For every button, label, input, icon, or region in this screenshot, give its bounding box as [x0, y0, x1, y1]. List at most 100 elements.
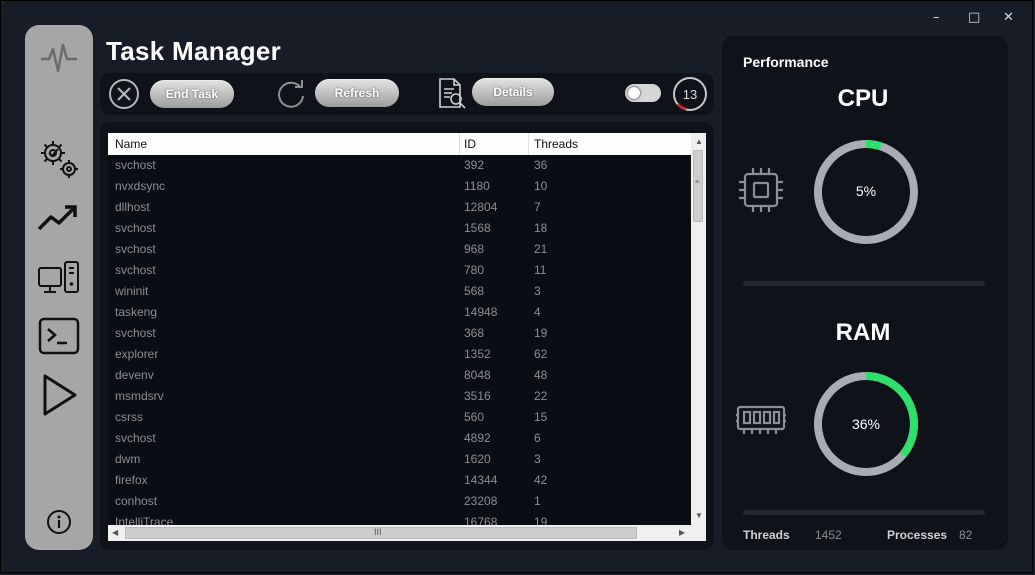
table-row[interactable]: explorer 1352 62 [108, 344, 691, 365]
computer-tower-icon[interactable] [25, 258, 93, 298]
ram-title: RAM [835, 319, 891, 346]
process-id: 8048 [464, 368, 491, 382]
process-name: firefox [115, 473, 148, 487]
column-header-name[interactable]: Name [115, 137, 147, 151]
process-name: svchost [115, 431, 156, 445]
toolbar: End Task Refresh Details 13 [100, 73, 714, 115]
end-task-icon[interactable] [108, 78, 140, 110]
maximize-button[interactable]: □ [968, 10, 980, 25]
process-name: msmdsrv [115, 389, 164, 403]
scrollbar-thumb[interactable]: ≡ [693, 150, 703, 222]
document-search-icon[interactable] [436, 77, 468, 111]
table-row[interactable]: IntelliTrace 16768 19 [108, 512, 691, 525]
scrollbar-thumb[interactable]: III [125, 527, 637, 539]
table-row[interactable]: csrss 560 15 [108, 407, 691, 428]
process-id: 14344 [464, 473, 498, 487]
process-threads: 21 [534, 242, 548, 256]
table-row[interactable]: dwm 1620 3 [108, 449, 691, 470]
process-threads: 10 [534, 179, 548, 193]
column-divider[interactable] [459, 133, 460, 155]
process-name: svchost [115, 221, 156, 235]
process-name: conhost [115, 494, 158, 508]
end-task-button[interactable]: End Task [150, 80, 234, 108]
process-name: dllhost [115, 200, 150, 214]
process-id: 12804 [464, 200, 498, 214]
table-row[interactable]: svchost 1568 18 [108, 218, 691, 239]
process-id: 3516 [464, 389, 491, 403]
process-id: 368 [464, 326, 485, 340]
process-id: 1352 [464, 347, 491, 361]
process-id: 392 [464, 158, 485, 172]
process-name: svchost [115, 263, 156, 277]
table-header: Name ID Threads [108, 133, 691, 155]
close-button[interactable]: ✕ [1003, 10, 1014, 25]
minimize-button[interactable]: – [933, 10, 940, 25]
counter-ring-icon [677, 103, 687, 111]
table-row[interactable]: nvxdsync 1180 10 [108, 176, 691, 197]
scroll-left-icon[interactable]: ◀ [112, 528, 118, 537]
column-divider[interactable] [528, 133, 529, 155]
process-id: 560 [464, 410, 485, 424]
toggle-switch[interactable] [625, 84, 661, 102]
process-name: wininit [115, 284, 149, 298]
table-row[interactable]: svchost 368 19 [108, 323, 691, 344]
info-icon[interactable] [25, 509, 93, 535]
process-table: Name ID Threads svchost 392 36 nvxdsync 1180… [108, 133, 706, 541]
cpu-percent-label: 5% [855, 183, 877, 199]
column-header-threads[interactable]: Threads [534, 137, 578, 151]
play-icon[interactable] [25, 373, 93, 417]
process-name: svchost [115, 158, 156, 172]
table-row[interactable]: conhost 23208 1 [108, 491, 691, 512]
process-threads: 15 [534, 410, 548, 424]
performance-title: Performance [743, 54, 829, 70]
scroll-down-icon[interactable]: ▼ [695, 511, 703, 520]
process-name: nvxdsync [115, 179, 166, 193]
process-threads: 19 [534, 326, 548, 340]
process-id: 1568 [464, 221, 491, 235]
table-row[interactable]: dllhost 12804 7 [108, 197, 691, 218]
table-row[interactable]: svchost 392 36 [108, 155, 691, 176]
process-threads: 3 [534, 284, 541, 298]
process-threads: 62 [534, 347, 548, 361]
details-button[interactable]: Details [472, 78, 554, 106]
table-row[interactable]: wininit 568 3 [108, 281, 691, 302]
process-threads: 3 [534, 452, 541, 466]
table-row[interactable]: svchost 4892 6 [108, 428, 691, 449]
scrollbar-corner [691, 525, 706, 541]
process-id: 968 [464, 242, 485, 256]
gears-icon[interactable] [25, 135, 93, 183]
process-id: 4892 [464, 431, 491, 445]
process-name: taskeng [115, 305, 158, 319]
process-threads: 4 [534, 305, 541, 319]
table-row[interactable]: devenv 8048 48 [108, 365, 691, 386]
table-row[interactable]: svchost 780 11 [108, 260, 691, 281]
table-row[interactable]: taskeng 14948 4 [108, 302, 691, 323]
trend-up-icon[interactable] [25, 200, 93, 236]
heartbeat-icon [25, 37, 93, 77]
process-id: 1180 [464, 179, 490, 193]
horizontal-scrollbar[interactable]: ◀ III ▶ [108, 525, 691, 541]
process-threads: 11 [534, 263, 547, 277]
processes-label: Processes [887, 528, 948, 542]
terminal-icon[interactable] [25, 316, 93, 356]
threads-label: Threads [743, 528, 790, 542]
refresh-icon[interactable] [275, 78, 307, 110]
table-row[interactable]: firefox 14344 42 [108, 470, 691, 491]
toggle-knob [628, 87, 640, 99]
divider [743, 281, 985, 286]
process-id: 1620 [464, 452, 491, 466]
process-name: devenv [115, 368, 154, 382]
table-row[interactable]: msmdsrv 3516 22 [108, 386, 691, 407]
process-threads: 1 [534, 494, 541, 508]
divider [743, 510, 985, 515]
refresh-button[interactable]: Refresh [315, 79, 399, 107]
process-id: 23208 [464, 494, 498, 508]
process-threads: 7 [534, 200, 541, 214]
scroll-right-icon[interactable]: ▶ [679, 528, 685, 537]
table-row[interactable]: svchost 968 21 [108, 239, 691, 260]
process-name: IntelliTrace [115, 515, 174, 525]
vertical-scrollbar[interactable]: ▲ ≡ ▼ [691, 133, 706, 525]
column-header-id[interactable]: ID [464, 137, 476, 151]
process-threads: 6 [534, 431, 541, 445]
scroll-up-icon[interactable]: ▲ [695, 137, 703, 146]
